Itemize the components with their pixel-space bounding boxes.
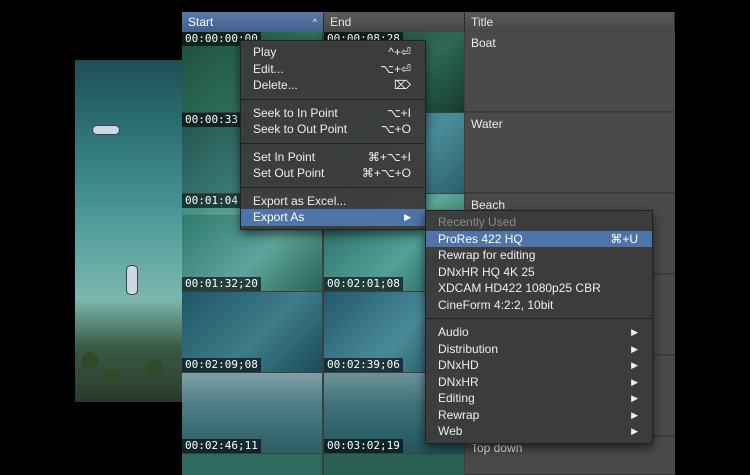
menu-item-delete[interactable]: Delete... ⌦ xyxy=(241,77,425,94)
title-cell[interactable]: Water xyxy=(465,113,675,193)
aerial-preview-image xyxy=(75,60,182,402)
menu-item-seek-out[interactable]: Seek to Out Point ⌥+O xyxy=(241,121,425,138)
menu-item-set-in[interactable]: Set In Point ⌘+⌥+I xyxy=(241,149,425,166)
submenu-item-cineform[interactable]: CineForm 4:2:2, 10bit xyxy=(426,297,652,314)
menu-item-export-excel[interactable]: Export as Excel... xyxy=(241,193,425,210)
export-as-submenu: Recently Used ProRes 422 HQ ⌘+U Rewrap fo… xyxy=(425,210,653,444)
start-thumbnail[interactable]: 00:02:09;08 xyxy=(182,292,322,372)
column-header-end[interactable]: End xyxy=(324,12,465,32)
palm-tree-detail xyxy=(81,352,99,370)
palm-tree-detail xyxy=(103,370,121,388)
submenu-item-audio[interactable]: Audio ▶ xyxy=(426,324,652,341)
shortcut-label: ⌥+O xyxy=(380,122,411,136)
submenu-item-prores-422-hq[interactable]: ProRes 422 HQ ⌘+U xyxy=(426,230,652,247)
column-header-label: Start xyxy=(188,15,214,29)
boat-image-detail xyxy=(93,126,119,134)
end-thumbnail[interactable] xyxy=(324,454,464,475)
end-timecode: 00:02:01;08 xyxy=(324,277,403,291)
shortcut-label: ⌘+U xyxy=(610,231,638,246)
start-timecode: 00:01:32;20 xyxy=(182,277,261,291)
boat-image-detail xyxy=(127,266,137,294)
menu-item-edit[interactable]: Edit... ⌥+⏎ xyxy=(241,61,425,78)
menu-separator xyxy=(241,98,425,100)
start-timecode: 00:02:46;11 xyxy=(182,439,261,453)
submenu-item-rewrap-editing[interactable]: Rewrap for editing xyxy=(426,247,652,264)
context-menu: Play ^+⏎ Edit... ⌥+⏎ Delete... ⌦ Seek to In… xyxy=(240,40,426,230)
shortcut-label: ^+⏎ xyxy=(388,45,411,59)
submenu-arrow-icon: ▶ xyxy=(631,360,638,370)
menu-separator xyxy=(241,186,425,188)
submenu-item-rewrap[interactable]: Rewrap ▶ xyxy=(426,407,652,424)
column-header-label: Title xyxy=(471,15,494,29)
shortcut-label: ⌘+⌥+I xyxy=(367,149,411,164)
title-cell[interactable]: Boat xyxy=(465,32,675,112)
start-timecode: 00:02:09;08 xyxy=(182,358,261,372)
menu-separator xyxy=(426,318,652,319)
shortcut-label: ⌥+I xyxy=(386,105,411,120)
title-text: Boat xyxy=(471,36,496,50)
start-thumbnail[interactable]: 00:02:46;11 xyxy=(182,373,322,453)
start-thumbnail[interactable] xyxy=(182,454,322,475)
submenu-item-xdcam-hd422[interactable]: XDCAM HD422 1080p25 CBR xyxy=(426,280,652,297)
submenu-item-editing[interactable]: Editing ▶ xyxy=(426,390,652,407)
menu-separator xyxy=(241,142,425,144)
submenu-arrow-icon: ▶ xyxy=(631,376,638,387)
submenu-arrow-icon: ▶ xyxy=(404,212,411,222)
menu-item-play[interactable]: Play ^+⏎ xyxy=(241,44,425,61)
column-header-start[interactable]: Start ^ xyxy=(182,12,324,32)
submenu-arrow-icon: ▶ xyxy=(631,393,638,403)
end-timecode: 00:02:39;06 xyxy=(324,358,403,372)
menu-item-set-out[interactable]: Set Out Point ⌘+⌥+O xyxy=(241,165,425,182)
menu-item-seek-in[interactable]: Seek to In Point ⌥+I xyxy=(241,105,425,122)
menu-item-export-as[interactable]: Export As ▶ xyxy=(241,209,425,226)
submenu-item-dnxhr-hq-4k[interactable]: DNxHR HQ 4K 25 xyxy=(426,264,652,281)
submenu-item-dnxhr[interactable]: DNxHR ▶ xyxy=(426,374,652,391)
submenu-item-distribution[interactable]: Distribution ▶ xyxy=(426,341,652,358)
palm-tree-detail xyxy=(145,360,163,378)
sort-ascending-icon[interactable]: ^ xyxy=(313,12,317,32)
submenu-arrow-icon: ▶ xyxy=(631,343,638,354)
submenu-arrow-icon: ▶ xyxy=(631,426,638,436)
column-header-title[interactable]: Title xyxy=(465,12,675,32)
column-header-label: End xyxy=(330,15,352,29)
submenu-item-web[interactable]: Web ▶ xyxy=(426,423,652,440)
title-text: Water xyxy=(471,117,503,131)
shortcut-label: ⌘+⌥+O xyxy=(361,166,411,180)
submenu-arrow-icon: ▶ xyxy=(631,327,638,337)
submenu-arrow-icon: ▶ xyxy=(631,409,638,420)
submenu-item-dnxhd[interactable]: DNxHD ▶ xyxy=(426,357,652,374)
start-timecode: 00:00:33; xyxy=(182,113,248,127)
end-timecode: 00:03:02;19 xyxy=(324,439,403,453)
shortcut-label: ⌥+⏎ xyxy=(380,61,411,76)
start-timecode: 00:01:04; xyxy=(182,194,248,208)
shortcut-label: ⌦ xyxy=(394,78,411,92)
submenu-header-recently-used: Recently Used xyxy=(438,215,517,229)
